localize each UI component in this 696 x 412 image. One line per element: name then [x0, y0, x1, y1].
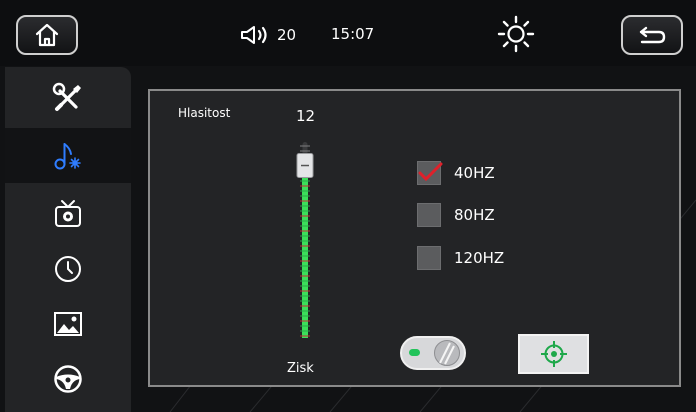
status-bar: 20 15:07 [0, 0, 696, 66]
checkbox-120hz[interactable] [417, 246, 441, 270]
sidebar-item-clock[interactable] [5, 241, 131, 296]
volume-label: Hlasitost [178, 106, 231, 120]
freq-option-120[interactable]: 120HZ [417, 246, 504, 270]
sidebar-item-picture[interactable] [5, 296, 131, 351]
music-settings-icon [54, 142, 81, 169]
crosshair-icon [540, 341, 567, 367]
subwoofer-panel: Hlasitost 12 Zisk 40HZ 80HZ 120HZ [148, 89, 681, 387]
subwoofer-toggle[interactable] [400, 336, 466, 370]
picture-icon [54, 311, 82, 336]
back-button[interactable] [621, 15, 683, 55]
sidebar-item-tv[interactable] [5, 186, 131, 241]
sun-icon[interactable] [496, 14, 536, 54]
freq-label-40hz: 40HZ [454, 164, 495, 182]
speaker-icon [241, 26, 267, 44]
freq-option-40[interactable]: 40HZ [417, 161, 495, 185]
gain-slider[interactable] [290, 138, 320, 343]
volume-indicator[interactable]: 20 [239, 23, 296, 47]
settings-sidebar [5, 67, 131, 412]
sidebar-item-steering[interactable] [5, 351, 131, 406]
home-button[interactable] [16, 15, 78, 55]
checkbox-80hz[interactable] [417, 203, 441, 227]
volume-value: 20 [277, 26, 297, 44]
back-arrow-icon [639, 26, 666, 44]
freq-label-80hz: 80HZ [454, 206, 495, 224]
checkbox-40hz[interactable] [417, 161, 443, 185]
toggle-knob [409, 340, 460, 366]
sidebar-item-audio[interactable] [5, 128, 131, 183]
steering-wheel-icon [54, 364, 82, 393]
clock-icon [55, 255, 81, 282]
target-button[interactable] [518, 334, 589, 374]
clock-time: 15:07 [331, 25, 375, 43]
tools-icon [52, 82, 81, 111]
gain-label: Zisk [287, 361, 314, 376]
freq-option-80[interactable]: 80HZ [417, 203, 495, 227]
checkmark-icon [418, 162, 443, 182]
freq-label-120hz: 120HZ [454, 249, 505, 267]
home-icon [35, 23, 59, 47]
tv-settings-icon [55, 199, 81, 227]
volume-level-value: 12 [296, 107, 316, 125]
sidebar-item-tools[interactable] [5, 70, 131, 125]
